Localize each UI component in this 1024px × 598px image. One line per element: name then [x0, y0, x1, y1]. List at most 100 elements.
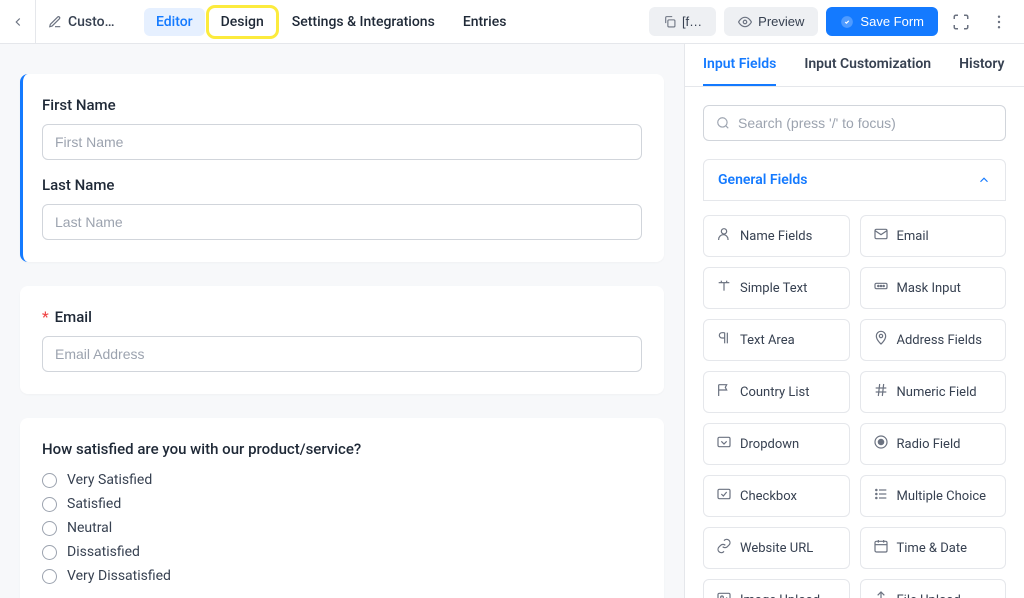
chevron-up-icon — [977, 173, 991, 187]
radio-label: Satisfied — [67, 496, 121, 512]
field-tile-label: Radio Field — [897, 437, 961, 452]
field-tile-label: Dropdown — [740, 437, 799, 452]
field-tile-label: Email — [897, 229, 929, 244]
field-tile-label: File Upload — [897, 593, 961, 598]
field-tile-image-upload[interactable]: Image Upload — [703, 579, 850, 598]
field-tile-label: Website URL — [740, 541, 813, 556]
radio-option[interactable]: Satisfied — [42, 496, 642, 512]
field-tile-label: Image Upload — [740, 593, 820, 598]
shortcode-button[interactable]: [f… — [649, 7, 716, 36]
field-tile-label: Text Area — [740, 333, 795, 348]
general-fields-accordion[interactable]: General Fields — [703, 159, 1006, 201]
tab-entries[interactable]: Entries — [451, 8, 519, 36]
field-tile-label: Name Fields — [740, 229, 812, 244]
field-search[interactable] — [703, 105, 1006, 141]
tab-settings[interactable]: Settings & Integrations — [280, 8, 447, 36]
first-name-input[interactable] — [42, 124, 642, 160]
radio-label: Very Satisfied — [67, 472, 152, 488]
more-button[interactable] — [984, 7, 1014, 37]
field-grid: Name Fields Email Simple Text Mask Input Tex… — [703, 201, 1006, 598]
field-tile-name-fields[interactable]: Name Fields — [703, 215, 850, 257]
field-tile-multiple-choice[interactable]: Multiple Choice — [860, 475, 1007, 517]
satisfaction-options: Very Satisfied Satisfied Neutral Dissatisfi… — [42, 472, 642, 584]
radio-option[interactable]: Neutral — [42, 520, 642, 536]
field-tile-label: Time & Date — [897, 541, 968, 556]
form-canvas[interactable]: First Name Last Name *Email How satisfie… — [0, 44, 684, 598]
upload-icon — [873, 590, 889, 598]
expand-icon — [952, 13, 970, 31]
user-icon — [716, 226, 732, 246]
field-tile-label: Numeric Field — [897, 385, 977, 400]
email-label: *Email — [42, 308, 642, 326]
radio-icon — [42, 497, 57, 512]
field-tile-label: Mask Input — [897, 281, 961, 296]
field-search-input[interactable] — [738, 115, 993, 131]
radio-icon — [42, 473, 57, 488]
field-tile-email[interactable]: Email — [860, 215, 1007, 257]
name-fields-block[interactable]: First Name Last Name — [20, 74, 664, 262]
radio-icon — [42, 545, 57, 560]
field-tile-label: Country List — [740, 385, 810, 400]
calendar-icon — [873, 538, 889, 558]
preview-button[interactable]: Preview — [724, 7, 818, 36]
field-tile-label: Address Fields — [897, 333, 982, 348]
sidebar-tab-input-fields[interactable]: Input Fields — [703, 56, 776, 86]
field-tile-text-area[interactable]: Text Area — [703, 319, 850, 361]
field-tile-dropdown[interactable]: Dropdown — [703, 423, 850, 465]
copy-icon — [663, 15, 676, 28]
email-block[interactable]: *Email — [20, 286, 664, 394]
field-tile-label: Checkbox — [740, 489, 797, 504]
image-icon — [716, 590, 732, 598]
radio-option[interactable]: Very Satisfied — [42, 472, 642, 488]
tab-editor[interactable]: Editor — [144, 8, 205, 36]
mail-icon — [873, 226, 889, 246]
satisfaction-label: How satisfied are you with our product/s… — [42, 440, 642, 458]
field-tile-radio-field[interactable]: Radio Field — [860, 423, 1007, 465]
right-sidebar: Input Fields Input Customization History… — [684, 44, 1024, 598]
radio-option[interactable]: Dissatisfied — [42, 544, 642, 560]
pencil-icon — [48, 15, 62, 29]
radio-icon — [873, 434, 889, 454]
field-tile-website-url[interactable]: Website URL — [703, 527, 850, 569]
field-tile-checkbox[interactable]: Checkbox — [703, 475, 850, 517]
first-name-label: First Name — [42, 96, 642, 114]
radio-label: Very Dissatisfied — [67, 568, 171, 584]
nav-tabs: Editor Design Settings & Integrations En… — [144, 8, 518, 36]
field-tile-country-list[interactable]: Country List — [703, 371, 850, 413]
field-tile-label: Multiple Choice — [897, 489, 987, 504]
topbar-actions: [f… Preview Save Form — [649, 7, 1014, 37]
radio-icon — [42, 521, 57, 536]
tab-design[interactable]: Design — [209, 8, 276, 36]
radio-option[interactable]: Very Dissatisfied — [42, 568, 642, 584]
radio-label: Dissatisfied — [67, 544, 140, 560]
field-tile-simple-text[interactable]: Simple Text — [703, 267, 850, 309]
fullscreen-button[interactable] — [946, 7, 976, 37]
flag-icon — [716, 382, 732, 402]
text-icon — [716, 278, 732, 298]
sidebar-tab-input-customization[interactable]: Input Customization — [804, 56, 931, 86]
link-icon — [716, 538, 732, 558]
field-tile-mask-input[interactable]: Mask Input — [860, 267, 1007, 309]
paragraph-icon — [716, 330, 732, 350]
field-tile-time-date[interactable]: Time & Date — [860, 527, 1007, 569]
last-name-input[interactable] — [42, 204, 642, 240]
form-title[interactable]: Custom… — [36, 14, 136, 30]
field-tile-file-upload[interactable]: File Upload — [860, 579, 1007, 598]
email-input[interactable] — [42, 336, 642, 372]
field-tile-numeric-field[interactable]: Numeric Field — [860, 371, 1007, 413]
back-button[interactable] — [0, 0, 36, 44]
sidebar-tab-history[interactable]: History — [959, 56, 1004, 86]
radio-label: Neutral — [67, 520, 112, 536]
radio-icon — [42, 569, 57, 584]
dots-vertical-icon — [990, 13, 1008, 31]
eye-icon — [738, 15, 752, 29]
satisfaction-block[interactable]: How satisfied are you with our product/s… — [20, 418, 664, 598]
field-tile-address-fields[interactable]: Address Fields — [860, 319, 1007, 361]
chevron-left-icon — [11, 15, 25, 29]
hash-icon — [873, 382, 889, 402]
mask-icon — [873, 278, 889, 298]
save-button[interactable]: Save Form — [826, 7, 938, 36]
last-name-label: Last Name — [42, 176, 642, 194]
check-circle-icon — [840, 15, 854, 29]
sidebar-tabs: Input Fields Input Customization History — [685, 44, 1024, 87]
